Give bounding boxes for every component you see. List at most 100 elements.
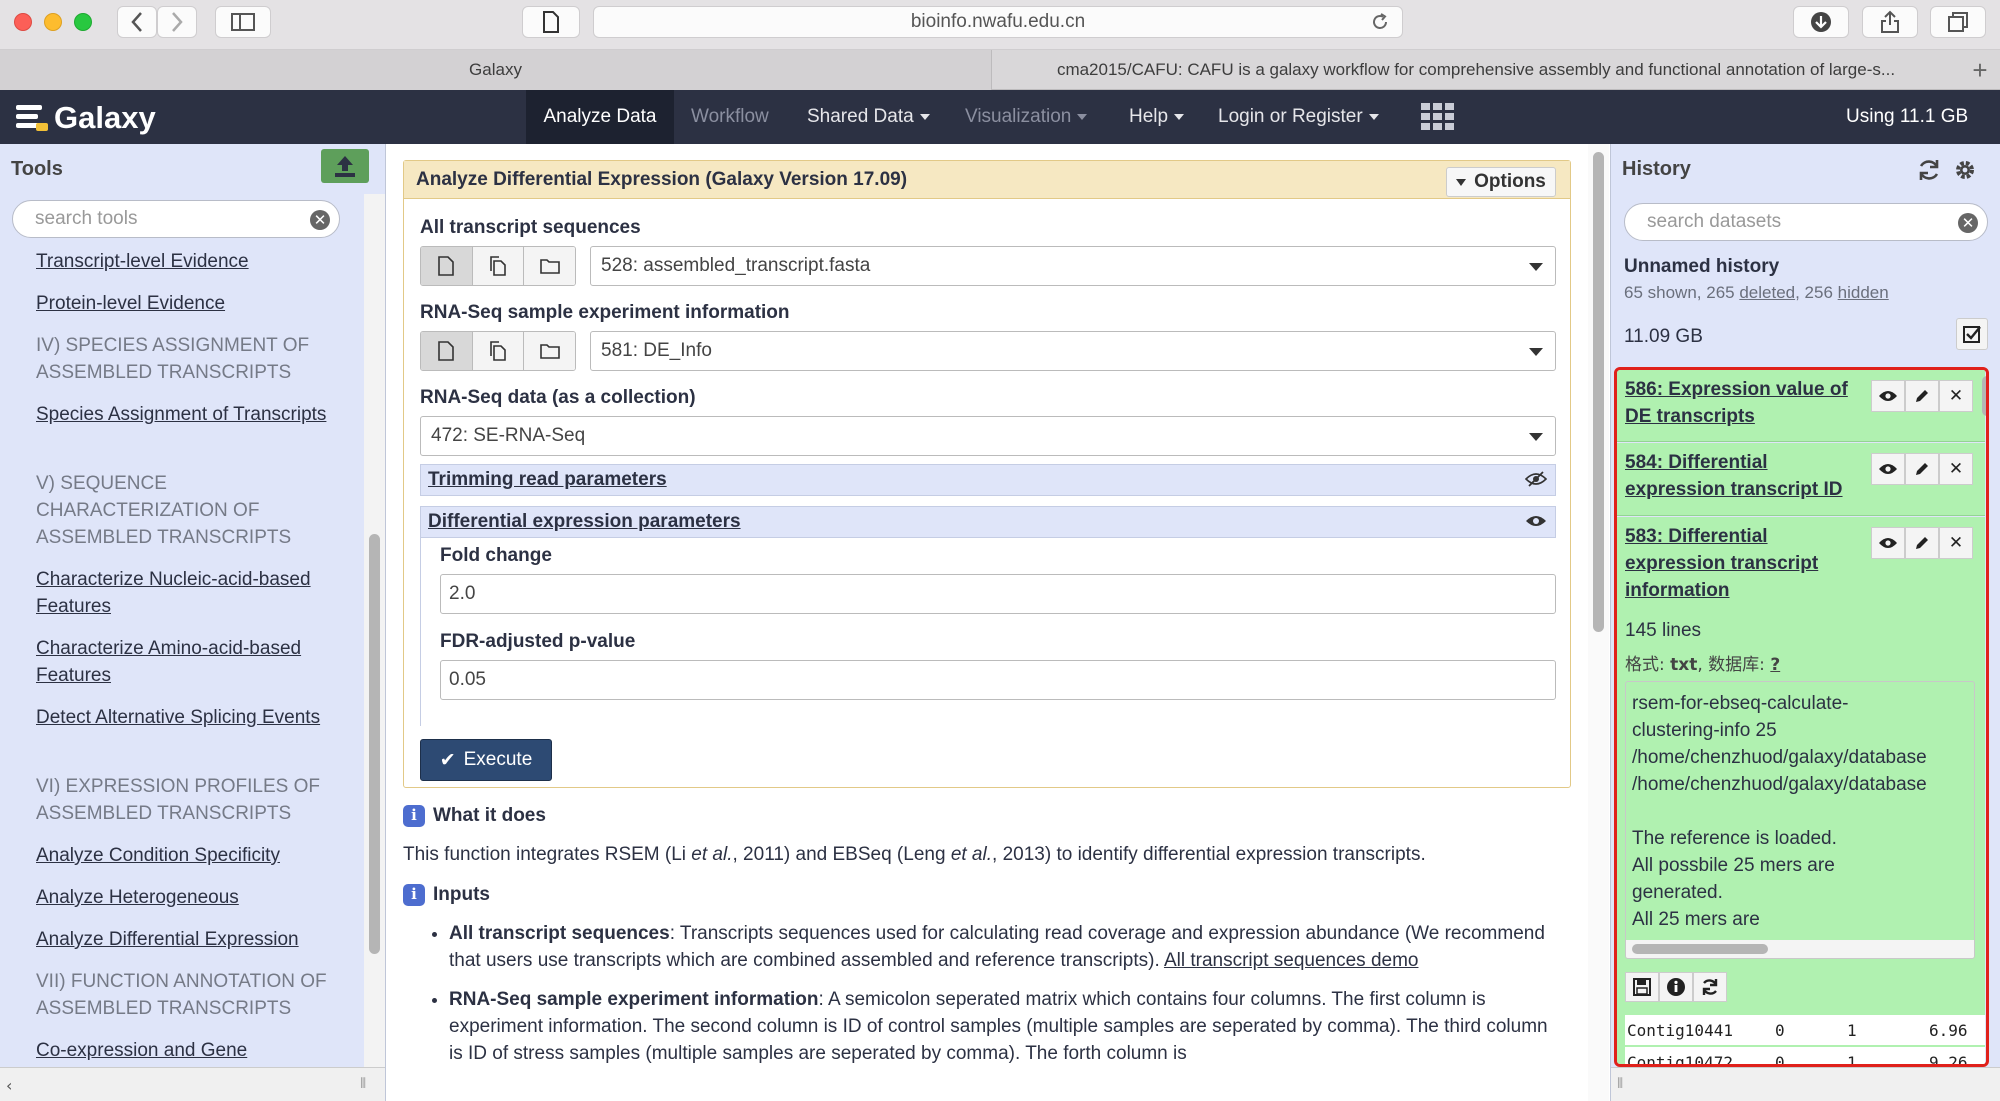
- scroll-left-icon[interactable]: ‹: [6, 1076, 12, 1095]
- multiple-datasets-icon[interactable]: [472, 247, 525, 285]
- reload-icon[interactable]: [1370, 12, 1390, 38]
- rnaseq-collection-select[interactable]: 472: SE-RNA-Seq: [420, 416, 1556, 456]
- tool-link[interactable]: Characterize Amino-acid-based Features: [36, 635, 346, 689]
- show-hidden-link[interactable]: hidden: [1838, 283, 1889, 302]
- fdr-input[interactable]: 0.05: [440, 660, 1556, 700]
- page-icon[interactable]: [522, 6, 580, 38]
- demo-link[interactable]: All transcript sequences demo: [1164, 950, 1419, 971]
- galaxy-logo[interactable]: Galaxy: [14, 100, 156, 136]
- nav-analyze-data[interactable]: Analyze Data: [526, 90, 674, 144]
- tool-link[interactable]: Analyze Condition Specificity: [36, 842, 346, 869]
- gear-icon[interactable]: [1953, 158, 1977, 186]
- show-deleted-link[interactable]: deleted: [1739, 283, 1795, 302]
- sidebar-icon[interactable]: [215, 6, 271, 38]
- rerun-icon[interactable]: [1693, 972, 1727, 1002]
- download-icon[interactable]: [1793, 6, 1849, 38]
- nav-shared-data[interactable]: Shared Data: [791, 90, 946, 144]
- scrollbar-thumb[interactable]: [369, 534, 380, 954]
- quota-meter[interactable]: Using 11.1 GB: [1830, 90, 1984, 144]
- multiple-datasets-icon[interactable]: [472, 332, 525, 370]
- delete-icon[interactable]: ✕: [1939, 527, 1973, 559]
- tabs-icon[interactable]: [1930, 6, 1986, 38]
- collection-folder-icon[interactable]: [524, 332, 575, 370]
- share-icon[interactable]: [1862, 6, 1918, 38]
- tool-link[interactable]: Species Assignment of Transcripts: [36, 401, 346, 428]
- refresh-icon[interactable]: [1917, 158, 1941, 186]
- tool-link[interactable]: Transcript-level Evidence: [36, 248, 346, 275]
- clear-search-icon[interactable]: ✕: [1958, 213, 1978, 233]
- tool-panel-hscrollbar[interactable]: ‹ ⦀: [0, 1067, 385, 1101]
- resize-grip-icon[interactable]: ⦀: [1617, 1076, 1623, 1092]
- tool-link[interactable]: Detect Alternative Splicing Events: [36, 704, 346, 731]
- address-bar[interactable]: bioinfo.nwafu.edu.cn: [593, 6, 1403, 38]
- nav-visualization[interactable]: Visualization: [949, 90, 1103, 144]
- dataset-item[interactable]: 586: Expression value of DE transcripts …: [1617, 370, 1985, 442]
- save-icon[interactable]: [1625, 972, 1659, 1002]
- pencil-icon[interactable]: [1905, 527, 1939, 559]
- single-dataset-icon[interactable]: [421, 247, 473, 285]
- pencil-icon[interactable]: [1905, 380, 1939, 412]
- execute-button[interactable]: ✔ Execute: [420, 739, 552, 781]
- dataset-info-box: rsem-for-ebseq-calculate- clustering-inf…: [1625, 681, 1975, 959]
- delete-icon[interactable]: ✕: [1939, 453, 1973, 485]
- dataset-title[interactable]: 583: Differential expression transcript …: [1625, 523, 1855, 604]
- dataset-search-input[interactable]: search datasets ✕: [1624, 203, 1988, 241]
- eye-icon[interactable]: [1871, 453, 1905, 485]
- collection-folder-icon[interactable]: [524, 247, 575, 285]
- tool-panel-scrollbar[interactable]: [364, 194, 385, 1067]
- history-scrollbar[interactable]: [1982, 376, 1986, 416]
- peek-row: Contig10441 0 1 6.96: [1625, 1015, 1985, 1045]
- clear-search-icon[interactable]: ✕: [310, 210, 330, 230]
- tool-link[interactable]: Co-expression and Gene: [36, 1037, 346, 1064]
- pencil-icon[interactable]: [1905, 453, 1939, 485]
- eye-icon[interactable]: [1525, 513, 1547, 535]
- minimize-window-button[interactable]: [44, 13, 62, 31]
- info-icon[interactable]: [1659, 972, 1693, 1002]
- options-button[interactable]: Options: [1446, 167, 1556, 197]
- tool-link[interactable]: Protein-level Evidence: [36, 290, 346, 317]
- eye-icon[interactable]: [1871, 380, 1905, 412]
- upload-icon[interactable]: [321, 149, 369, 183]
- grid-icon[interactable]: [1405, 90, 1471, 144]
- delete-icon[interactable]: ✕: [1939, 380, 1973, 412]
- history-panel-hscrollbar[interactable]: ⦀: [1611, 1067, 2000, 1101]
- sample-info-select[interactable]: 581: DE_Info: [590, 331, 1556, 371]
- info-hscrollbar[interactable]: [1626, 940, 1974, 958]
- de-parameters-section-toggle[interactable]: Differential expression parameters: [420, 506, 1556, 538]
- tool-link[interactable]: Analyze Heterogeneous: [36, 884, 346, 911]
- dataset-item[interactable]: 584: Differential expression transcript …: [1617, 443, 1985, 516]
- nav-help[interactable]: Help: [1113, 90, 1200, 144]
- fold-change-input[interactable]: 2.0: [440, 574, 1556, 614]
- single-dataset-icon[interactable]: [421, 332, 473, 370]
- chevron-down-icon: [1174, 114, 1185, 120]
- back-icon[interactable]: [117, 6, 157, 38]
- nav-workflow[interactable]: Workflow: [675, 90, 785, 144]
- dataset-title[interactable]: 584: Differential expression transcript …: [1625, 449, 1855, 503]
- scrollbar-thumb[interactable]: [1593, 152, 1604, 632]
- center-scrollbar[interactable]: [1588, 144, 1609, 1101]
- dataset-title[interactable]: 586: Expression value of DE transcripts: [1625, 376, 1855, 430]
- browser-tab-github[interactable]: cma2015/CAFU: CAFU is a galaxy workflow …: [993, 50, 1959, 90]
- tool-link[interactable]: Analyze Differential Expression: [36, 926, 346, 953]
- all-transcripts-select[interactable]: 528: assembled_transcript.fasta: [590, 246, 1556, 286]
- new-tab-button[interactable]: +: [1960, 50, 2000, 90]
- scrollbar-thumb[interactable]: [1982, 376, 1986, 416]
- chevron-down-icon: [919, 114, 930, 120]
- trimming-section-toggle[interactable]: Trimming read parameters: [420, 464, 1556, 496]
- checkbox-icon[interactable]: [1956, 318, 1988, 350]
- browser-tab-galaxy[interactable]: Galaxy: [0, 50, 992, 90]
- dataset-item-expanded[interactable]: 583: Differential expression transcript …: [1617, 517, 1985, 1064]
- nav-login[interactable]: Login or Register: [1202, 90, 1395, 144]
- close-window-button[interactable]: [14, 13, 32, 31]
- eye-slash-icon[interactable]: [1524, 471, 1548, 493]
- tool-search-input[interactable]: search tools ✕: [12, 200, 340, 238]
- tool-link[interactable]: Characterize Nucleic-acid-based Features: [36, 566, 346, 620]
- scrollbar-thumb[interactable]: [1632, 944, 1768, 954]
- resize-grip-icon[interactable]: ⦀: [360, 1076, 366, 1092]
- history-name[interactable]: Unnamed history: [1624, 256, 1779, 278]
- forward-icon[interactable]: [157, 6, 197, 38]
- chevron-down-icon: [1077, 114, 1088, 120]
- eye-icon[interactable]: [1871, 527, 1905, 559]
- database-link[interactable]: ?: [1770, 655, 1780, 675]
- zoom-window-button[interactable]: [74, 13, 92, 31]
